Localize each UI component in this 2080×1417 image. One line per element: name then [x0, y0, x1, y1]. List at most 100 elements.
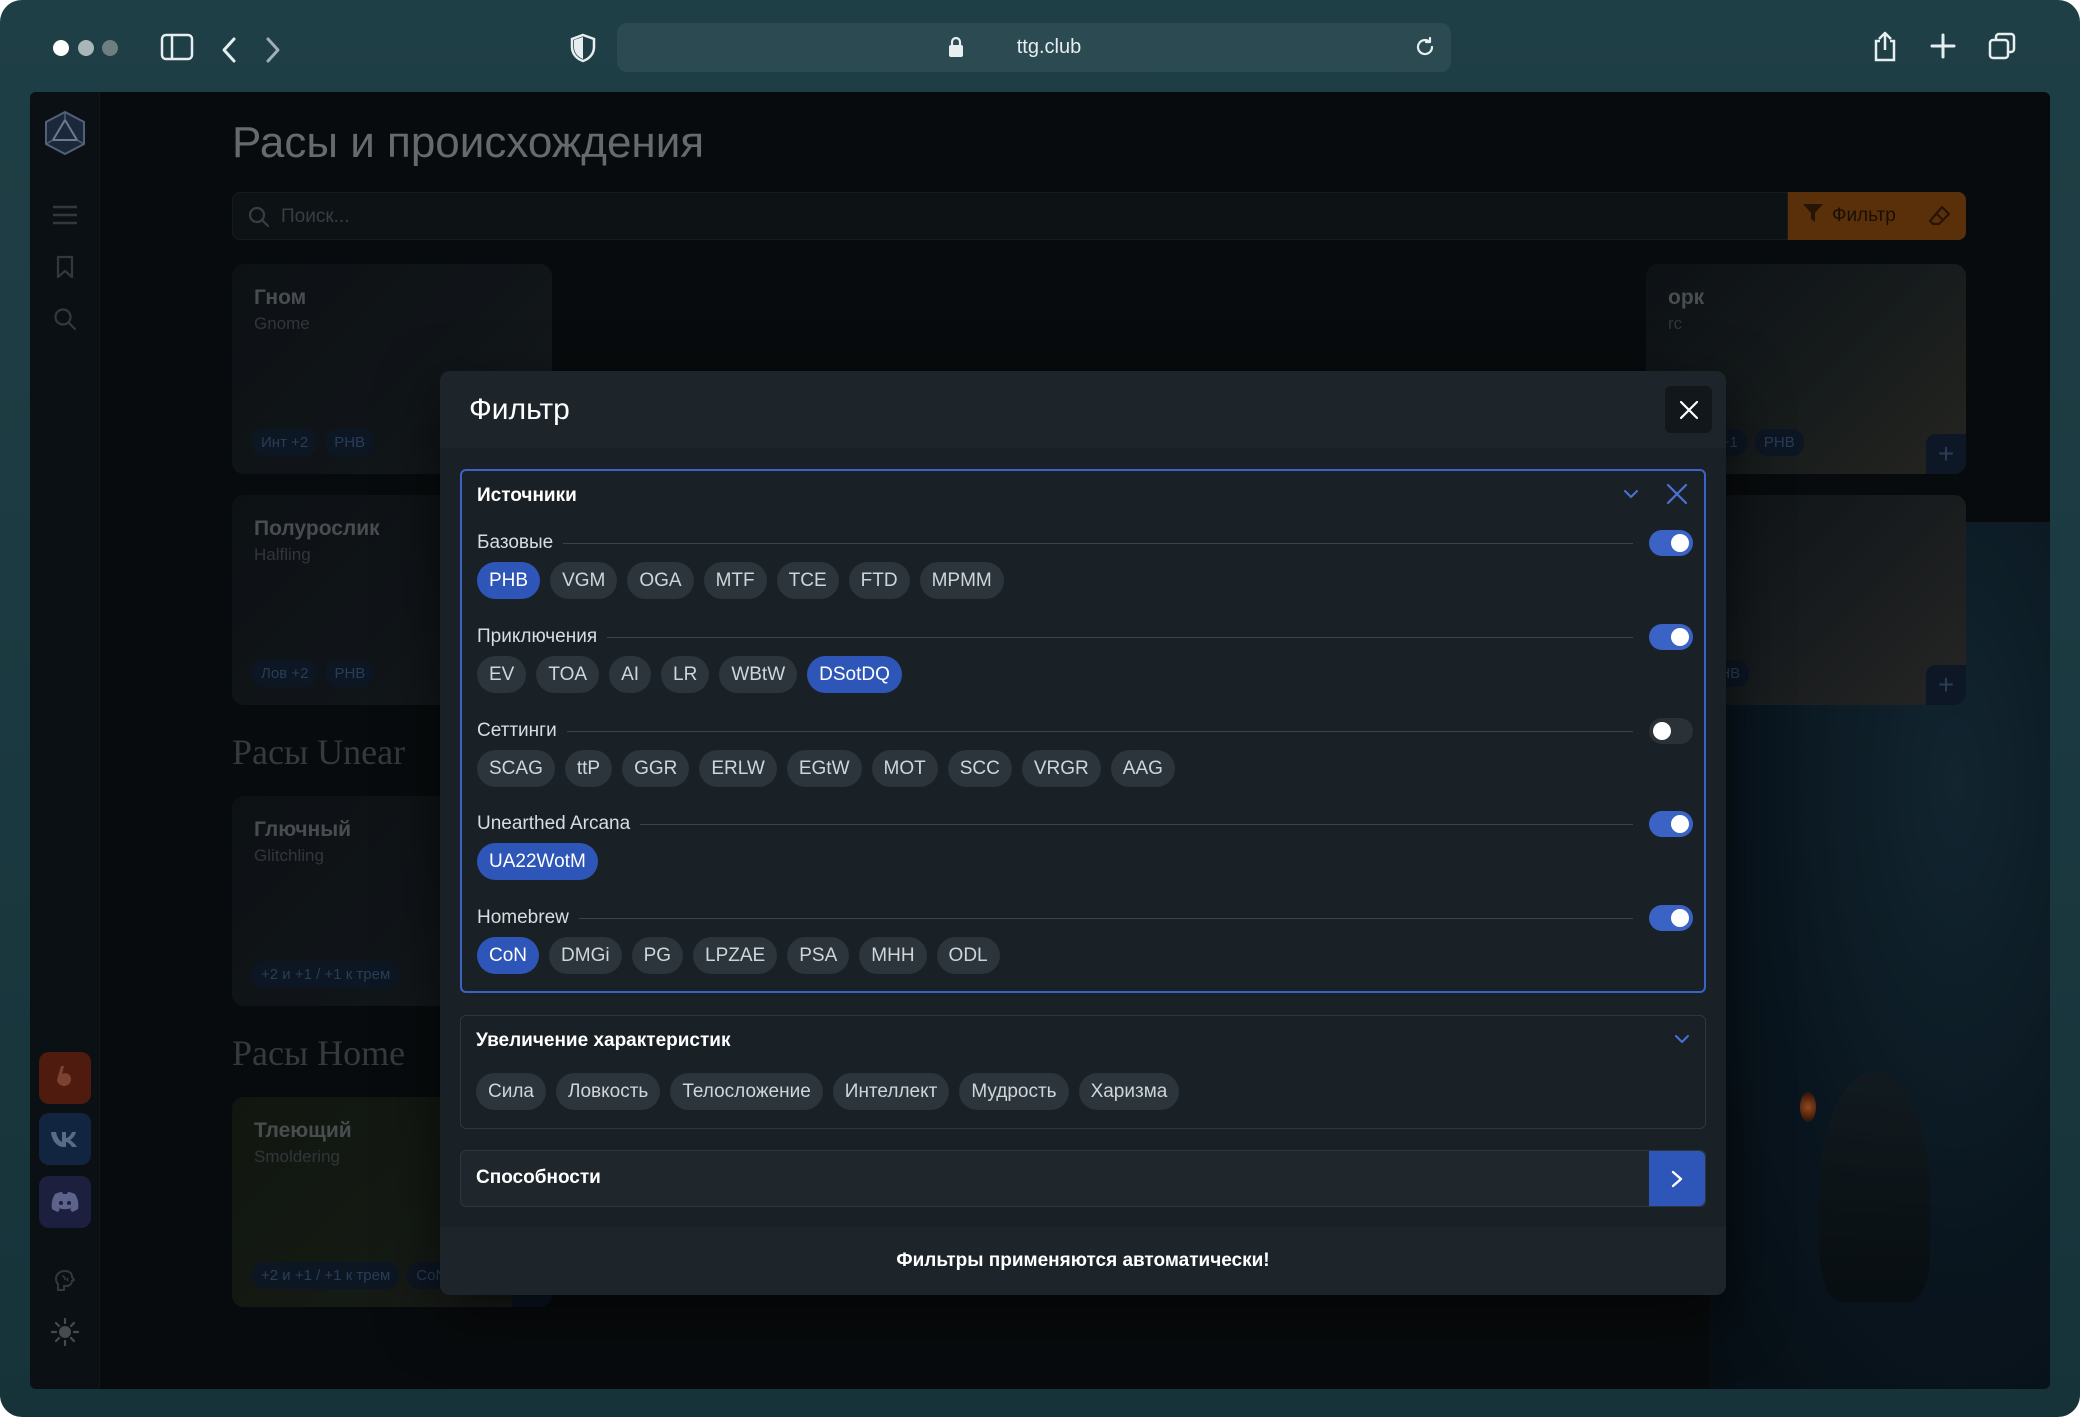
- group-divider: [477, 637, 1633, 638]
- toggle-knob: [1671, 909, 1689, 927]
- sources-panel: Источники Базовые PHB VGM OGA MTF TCE FTD MPMM…: [460, 469, 1706, 993]
- reload-icon[interactable]: [1413, 35, 1437, 65]
- stat-chip[interactable]: Мудрость: [959, 1073, 1069, 1110]
- source-chip[interactable]: PHB: [477, 562, 541, 599]
- window-close-dot[interactable]: [53, 40, 69, 56]
- source-chip[interactable]: VRGR: [1021, 750, 1101, 787]
- source-chips: CoN DMGi PG LPZAE PSA MHH ODL: [477, 937, 1000, 974]
- toggle-knob: [1671, 534, 1689, 552]
- source-chip[interactable]: MTF: [703, 562, 767, 599]
- source-chip[interactable]: CoN: [477, 937, 540, 974]
- stat-chip[interactable]: Интеллект: [832, 1073, 950, 1110]
- source-group-label: Базовые: [477, 532, 564, 554]
- source-chip[interactable]: LPZAE: [693, 937, 778, 974]
- source-group-row: Базовые: [477, 530, 1693, 556]
- stats-panel: Увеличение характеристик Сила Ловкость Тел…: [460, 1015, 1706, 1129]
- source-group-label: Unearthed Arcana: [477, 813, 641, 835]
- source-chip[interactable]: GGR: [622, 750, 690, 787]
- abilities-panel[interactable]: Способности: [460, 1150, 1706, 1207]
- stats-panel-title: Увеличение характеристик: [476, 1030, 731, 1051]
- group-divider: [477, 918, 1633, 919]
- back-icon[interactable]: [220, 36, 238, 64]
- source-group-label: Приключения: [477, 626, 608, 648]
- source-chips: SCAG ttP GGR ERLW EGtW MOT SCC VRGR AAG: [477, 750, 1175, 787]
- source-chip[interactable]: SCAG: [477, 750, 555, 787]
- stat-chips: Сила Ловкость Телосложение Интеллект Мудрост…: [476, 1073, 1180, 1110]
- toggle-knob: [1671, 815, 1689, 833]
- close-icon: [1679, 400, 1698, 419]
- source-chips: EV TOA AI LR WBtW DSotDQ: [477, 656, 902, 693]
- source-group-toggle[interactable]: [1649, 718, 1693, 744]
- forward-icon[interactable]: [264, 36, 282, 64]
- browser-window: ttg.club Расы и происхождения Поиск... Ф…: [0, 0, 2080, 1417]
- window-zoom-dot[interactable]: [102, 40, 118, 56]
- stat-chip[interactable]: Телосложение: [670, 1073, 823, 1110]
- source-chip[interactable]: FTD: [848, 562, 910, 599]
- source-chip[interactable]: OGA: [627, 562, 694, 599]
- stat-chip[interactable]: Харизма: [1078, 1073, 1180, 1110]
- source-chip[interactable]: MPMM: [919, 562, 1004, 599]
- share-icon[interactable]: [1872, 30, 1898, 62]
- lock-icon: [948, 36, 964, 64]
- source-chip[interactable]: TCE: [776, 562, 839, 599]
- source-chip[interactable]: AI: [609, 656, 652, 693]
- sidebar-toggle-icon[interactable]: [160, 33, 194, 61]
- source-group-toggle[interactable]: [1649, 905, 1693, 931]
- source-group-toggle[interactable]: [1649, 530, 1693, 556]
- source-group-row: Сеттинги: [477, 718, 1693, 744]
- tab-overview-icon[interactable]: [1988, 32, 2016, 60]
- stat-chip[interactable]: Ловкость: [556, 1073, 661, 1110]
- source-chip[interactable]: ODL: [936, 937, 1000, 974]
- address-bar[interactable]: ttg.club: [617, 23, 1451, 72]
- abilities-panel-title: Способности: [476, 1167, 601, 1188]
- modal-close-button[interactable]: [1665, 386, 1712, 433]
- group-divider: [477, 543, 1633, 544]
- source-chip[interactable]: WBtW: [719, 656, 798, 693]
- source-chip[interactable]: AAG: [1110, 750, 1175, 787]
- source-chip[interactable]: MOT: [871, 750, 938, 787]
- source-chip[interactable]: LR: [661, 656, 710, 693]
- source-chip[interactable]: ttP: [564, 750, 613, 787]
- source-chip[interactable]: EV: [477, 656, 527, 693]
- privacy-shield-icon[interactable]: [570, 33, 596, 63]
- source-chip[interactable]: UA22WotM: [477, 843, 598, 880]
- source-chips: PHB VGM OGA MTF TCE FTD MPMM: [477, 562, 1004, 599]
- group-divider: [477, 731, 1633, 732]
- source-group-row: Unearthed Arcana: [477, 811, 1693, 837]
- source-chip[interactable]: EGtW: [786, 750, 862, 787]
- chevron-right-icon: [1671, 1170, 1683, 1187]
- source-chip[interactable]: DMGi: [549, 937, 622, 974]
- group-divider: [477, 824, 1633, 825]
- source-group-row: Homebrew: [477, 905, 1693, 931]
- source-group-toggle[interactable]: [1649, 811, 1693, 837]
- source-chip[interactable]: PG: [631, 937, 684, 974]
- chevron-down-icon[interactable]: [1622, 485, 1640, 508]
- modal-footer-note: Фильтры применяются автоматически!: [440, 1227, 1726, 1295]
- chevron-down-icon[interactable]: [1673, 1030, 1691, 1053]
- source-chip[interactable]: ERLW: [699, 750, 777, 787]
- source-chips: UA22WotM: [477, 843, 598, 880]
- abilities-open-button[interactable]: [1649, 1151, 1705, 1206]
- source-group-label: Сеттинги: [477, 720, 567, 742]
- source-chip[interactable]: SCC: [947, 750, 1012, 787]
- window-minimize-dot[interactable]: [78, 40, 94, 56]
- source-group-toggle[interactable]: [1649, 624, 1693, 650]
- source-chip[interactable]: VGM: [550, 562, 618, 599]
- stat-chip[interactable]: Сила: [476, 1073, 546, 1110]
- toggle-knob: [1653, 722, 1671, 740]
- toggle-knob: [1671, 628, 1689, 646]
- filter-modal: Фильтр Источники Базовые PHB VGM OGA MTF…: [440, 371, 1726, 1295]
- source-chip[interactable]: DSotDQ: [807, 656, 902, 693]
- modal-title: Фильтр: [469, 393, 570, 426]
- web-viewport: Расы и происхождения Поиск... Фильтр Гно…: [30, 92, 2050, 1389]
- source-group-row: Приключения: [477, 624, 1693, 650]
- clear-sources-icon[interactable]: [1666, 483, 1688, 510]
- url-text: ttg.club: [1016, 36, 1082, 58]
- source-chip[interactable]: TOA: [536, 656, 600, 693]
- sources-panel-title: Источники: [477, 485, 577, 506]
- modal-header: Фильтр: [440, 371, 1726, 448]
- source-chip[interactable]: MHH: [859, 937, 927, 974]
- new-tab-icon[interactable]: [1930, 33, 1956, 59]
- source-chip[interactable]: PSA: [787, 937, 850, 974]
- source-group-label: Homebrew: [477, 907, 579, 929]
